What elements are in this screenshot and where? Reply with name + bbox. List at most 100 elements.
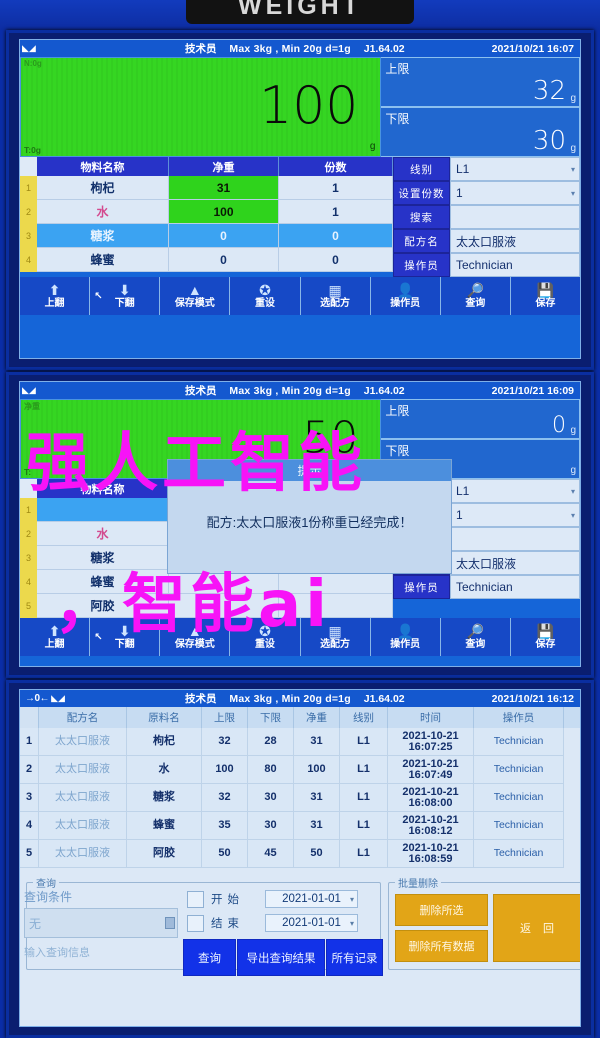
toolbar-label: 保存 <box>535 297 556 309</box>
start-date-picker[interactable]: 2021-01-01 ▾ <box>265 890 358 908</box>
toolbar-button-5[interactable]: 👤 操作员 <box>371 618 441 656</box>
form-field-recipe[interactable]: 太太口服液 <box>450 551 580 575</box>
start-date-checkbox[interactable] <box>187 890 204 908</box>
cell-portions: 0 <box>279 224 393 248</box>
cell-material-name: 水 <box>37 200 169 224</box>
query-controls: 查询 查询条件 无 输入查询信息 开始 2021-01-01 ▾ 结束 2021… <box>20 868 580 980</box>
cell-lower: 45 <box>248 840 294 868</box>
dropdown-button-icon[interactable] <box>165 917 175 929</box>
table-row[interactable]: 1 枸杞 31 1 <box>20 176 393 200</box>
form-field-portions[interactable]: 1 ▾ <box>450 503 580 527</box>
toolbar-button-5[interactable]: 👤 操作员 <box>371 277 441 315</box>
end-date-picker[interactable]: 2021-01-01 ▾ <box>265 914 358 932</box>
toolbar-button-0[interactable]: ⬆ 上翻 <box>20 618 91 656</box>
form-label-operator: 操作员 <box>393 253 450 277</box>
toolbar-button-7[interactable]: 💾 保存 <box>511 277 580 315</box>
lower-limit-label-1: 下限 <box>385 112 410 126</box>
toolbar-button-4[interactable]: ▦ 选配方 <box>301 277 371 315</box>
weight-display-1: N:0g T:0g 100 g <box>20 57 382 157</box>
toolbar-button-4[interactable]: ▦ 选配方 <box>301 618 371 656</box>
status-user-1: 技术员 <box>185 43 217 55</box>
cell-operator: Technician <box>474 840 564 868</box>
weight-unit-1: g <box>369 141 376 152</box>
arrow-down-icon: ⬇ <box>118 622 131 639</box>
cell-material-name: 蜂蜜 <box>37 248 169 272</box>
level-icon: ◣◢ <box>22 385 36 395</box>
toolbar-label: 操作员 <box>390 297 421 309</box>
arrow-up-icon: ⬆ <box>48 622 61 639</box>
row-index: 3 <box>20 784 39 812</box>
form-field-search[interactable] <box>450 527 580 551</box>
toolbar-label: 重设 <box>254 638 275 650</box>
query-table-row[interactable]: 4 太太口服液 蜂蜜 35 30 31 L1 2021-10-21 16:08:12 Techni… <box>20 812 580 840</box>
chevron-down-icon: ▾ <box>349 894 354 904</box>
toolbar-button-7[interactable]: 💾 保存 <box>511 618 580 656</box>
form-field-operator[interactable]: Technician <box>450 575 580 599</box>
cell-net-weight: 100 <box>169 200 279 224</box>
form-field-line[interactable]: L1 ▾ <box>450 479 580 503</box>
lower-limit-label-2: 下限 <box>385 444 410 458</box>
query-table-row[interactable]: 3 太太口服液 糖浆 32 30 31 L1 2021-10-21 16:08:00 Techni… <box>20 784 580 812</box>
query-col-header-4: 净重 <box>294 707 340 728</box>
toolbar-button-6[interactable]: 🔎 查询 <box>441 618 511 656</box>
form-field-line[interactable]: L1 ▾ <box>450 157 580 181</box>
toolbar-button-3[interactable]: ✪ 重设 <box>230 277 301 315</box>
toolbar-button-2[interactable]: ▲ 保存模式 <box>160 277 231 315</box>
query-condition-select[interactable]: 无 <box>24 908 178 938</box>
query-button[interactable]: 查询 <box>183 939 236 976</box>
toolbar-button-6[interactable]: 🔎 查询 <box>441 277 511 315</box>
cell-net: 31 <box>294 784 340 812</box>
toolbar-button-0[interactable]: ⬆ 上翻 <box>20 277 91 315</box>
export-results-button[interactable]: 导出查询结果 <box>237 939 325 976</box>
cell-operator: Technician <box>474 756 564 784</box>
end-date-value: 2021-01-01 <box>282 917 341 929</box>
table-row[interactable]: 5 阿胶 <box>20 594 393 618</box>
form-row-search: 搜索 <box>393 205 580 229</box>
toolbar-button-2[interactable]: ▲ 保存模式 <box>160 618 231 656</box>
toolbar-button-1[interactable]: ↖ ⬇ 下翻 <box>90 618 161 656</box>
toolbar-button-1[interactable]: ↖ ⬇ 下翻 <box>90 277 161 315</box>
upper-limit-box-2[interactable]: 上限 0 g <box>381 399 580 439</box>
form-label-line: 线别 <box>393 157 450 181</box>
form-field-search[interactable] <box>450 205 580 229</box>
cell-line: L1 <box>340 784 388 812</box>
row-index: 3 <box>20 546 37 570</box>
upper-limit-box-1[interactable]: 上限 32 g <box>381 57 580 107</box>
query-table-row[interactable]: 2 太太口服液水 100 80 100 L1 2021-10-21 16:07:49 Techn… <box>20 756 580 784</box>
form-field-portions[interactable]: 1 ▾ <box>450 181 580 205</box>
delete-selected-button[interactable]: 删除所选 <box>395 894 488 926</box>
cell-net-weight: 0 <box>169 224 279 248</box>
table-row[interactable]: 2 水 100 1 <box>20 200 393 224</box>
row-index: 1 <box>20 728 39 756</box>
level-icon: ◣◢ <box>51 693 65 703</box>
weight-value-2: 50 <box>302 412 359 464</box>
cell-recipe: 太太口服液 <box>39 812 127 840</box>
toolbar-button-3[interactable]: ✪ 重设 <box>230 618 301 656</box>
query-table-row[interactable]: 5 太太口服液 阿胶 50 45 50 L1 2021-10-21 16:08:59 Techni… <box>20 840 580 868</box>
all-records-button[interactable]: 所有记录 <box>326 939 383 976</box>
form-field-operator[interactable]: Technician <box>450 253 580 277</box>
toolbar-label: 上翻 <box>44 638 65 650</box>
status-mid-2: 技术员 Max 3kg , Min 20g d=1g J1.64.02 <box>185 383 405 398</box>
form-field-recipe[interactable]: 太太口服液 <box>450 229 580 253</box>
table-row[interactable]: 3 糖浆 0 0 <box>20 224 393 248</box>
cell-operator: Technician <box>474 728 564 756</box>
delete-all-button[interactable]: 删除所有数据 <box>395 930 488 962</box>
toolbar-label: 保存模式 <box>174 297 215 309</box>
end-date-checkbox[interactable] <box>187 914 204 932</box>
cell-net: 31 <box>294 728 340 756</box>
zero-indicator-icon: →0← <box>25 693 50 704</box>
status-mid-1: 技术员 Max 3kg , Min 20g d=1g J1.64.02 <box>185 41 405 56</box>
cell-material-name: 糖浆 <box>37 546 169 570</box>
query-table-row[interactable]: 1 太太口服液 枸杞 32 28 31 L1 2021-10-21 16:07:25 Techni… <box>20 728 580 756</box>
back-button[interactable]: 返回 <box>493 894 580 962</box>
cell-material-name <box>37 498 169 522</box>
cell-portions: 1 <box>279 176 393 200</box>
form-row-portions: 设置份数1▾ <box>393 181 580 205</box>
table-row[interactable]: 4 蜂蜜 0 0 <box>20 248 393 272</box>
toolbar-label: 选配方 <box>320 297 351 309</box>
status-spec-2: Max 3kg , Min 20g d=1g <box>229 385 351 397</box>
toolbar-label: 上翻 <box>44 297 65 309</box>
lower-limit-box-1[interactable]: 下限 30 g <box>381 107 580 157</box>
cell-line: L1 <box>340 812 388 840</box>
